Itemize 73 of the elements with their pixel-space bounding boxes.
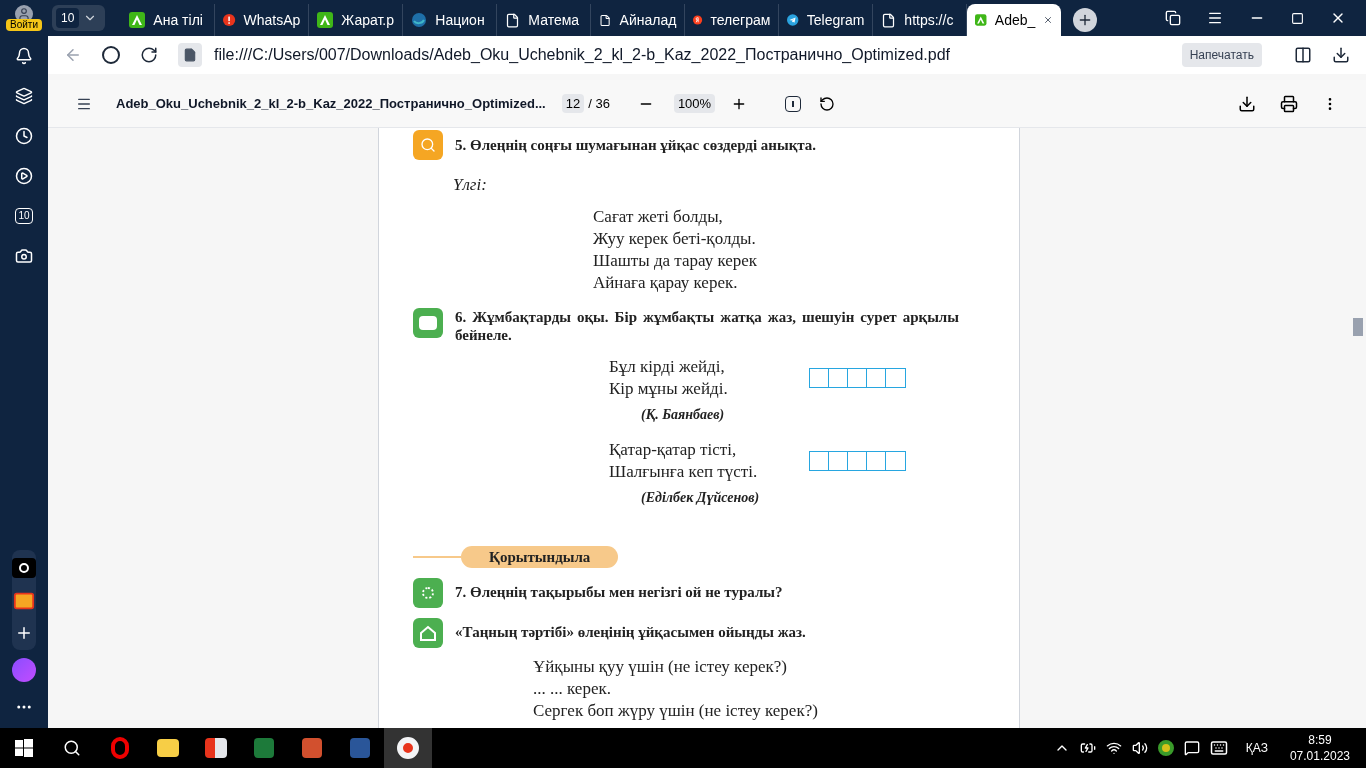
globe-icon (411, 12, 428, 28)
poem-line: Айнаға қарау керек. (593, 271, 739, 294)
scrollbar-thumb[interactable] (1353, 318, 1363, 336)
app-logo-icon (317, 12, 334, 28)
clock-time[interactable]: 8:59 (1308, 732, 1332, 748)
tab-counter-button[interactable]: 10 (52, 5, 106, 31)
file-icon (178, 43, 202, 67)
section-banner: Қорытындыла (461, 545, 619, 568)
zoom-level[interactable]: 100% (673, 93, 716, 114)
task-text: 6. Жұмбақтарды оқы. Бір жұмбақты жатқа жаз, шешуін сурет арқылы бейнеле. (455, 307, 959, 344)
app-logo-icon (129, 12, 146, 28)
plus-icon[interactable] (15, 624, 33, 642)
fit-page-icon[interactable] (785, 95, 802, 112)
camera-icon[interactable] (15, 247, 33, 265)
alert-icon (223, 12, 236, 28)
keyboard-icon[interactable] (1209, 739, 1228, 757)
print-button[interactable]: Напечатать (1181, 43, 1262, 67)
riddle-line: Бұл кірді жейді, (609, 355, 726, 378)
language-indicator[interactable]: ҚАЗ (1245, 739, 1268, 757)
app-logo-icon (975, 12, 987, 28)
battery-icon[interactable] (1079, 740, 1096, 756)
print-icon[interactable] (1280, 94, 1298, 113)
bell-icon[interactable] (15, 47, 33, 65)
yandex-logo-icon (693, 12, 703, 28)
message-icon[interactable] (1183, 740, 1200, 756)
windows-start-icon[interactable] (15, 739, 33, 757)
browser-tab[interactable]: Adeb_ (967, 4, 1062, 36)
collections-icon[interactable] (15, 87, 33, 105)
download-icon[interactable] (1332, 46, 1350, 64)
history-icon[interactable] (15, 127, 33, 145)
task-text: 5. Өлеңнің соңғы шумағынан ұйқас сөздерді анықта. (455, 135, 817, 155)
document-icon (505, 12, 521, 28)
speaker-icon[interactable] (1131, 740, 1148, 756)
rotate-icon[interactable] (819, 95, 836, 112)
sidebar-badge[interactable]: 10 (15, 208, 33, 224)
riddle-line: Шалғынға кеп түсті. (609, 460, 759, 483)
reload-icon[interactable] (140, 46, 158, 64)
new-tab-button[interactable] (1073, 8, 1098, 32)
answer-line: Сергек боп жүру үшін (не істеу керек?) (533, 699, 819, 722)
restore-icon[interactable] (1291, 11, 1304, 25)
poem-line: Шашты да тарау керек (593, 249, 759, 272)
task-text: «Таңның тәртібі» өлеңінің ұйқасымен ойыңды жаз. (455, 623, 806, 643)
collections-icon[interactable] (1165, 10, 1181, 26)
paper-plane-icon (787, 12, 799, 28)
toggle-icon[interactable] (12, 558, 36, 578)
reader-icon[interactable] (1294, 46, 1312, 64)
poem-line: Жуу керек беті-қолды. (593, 227, 757, 250)
download-icon[interactable] (1238, 94, 1256, 113)
assistant-icon[interactable] (12, 658, 36, 682)
riddle-author: (Еділбек Дүйсенов) (640, 488, 761, 507)
address-field[interactable]: file:///C:/Users/007/Downloads/Adeb_Oku_Uchebnik_2_kl_2-b_Kaz_2022_Постранично_Optimized.pdf (214, 43, 950, 67)
house-icon (413, 617, 443, 648)
poem-line: Сағат жеті болды, (593, 205, 724, 228)
ring-app-icon[interactable] (111, 737, 129, 759)
riddle-line: Қатар-қатар тісті, (609, 438, 738, 461)
answer-line: Ұйқыны қуу үшін (не істеу керек?) (533, 655, 788, 678)
answer-line: ... ... керек. (533, 677, 612, 700)
login-button[interactable]: Войти (6, 19, 42, 31)
play-icon[interactable] (15, 167, 33, 185)
riddle-author: (Қ. Баянбаев) (640, 405, 726, 424)
tab-count: 10 (56, 8, 80, 28)
wifi-icon[interactable] (1105, 740, 1122, 756)
sample-label: Үлгі: (452, 174, 488, 196)
document-title: Adeb_Oku_Uchebnik_2_kl_2-b_Kaz_2022_Постранично_Optimized... (116, 94, 546, 113)
document-icon (599, 12, 612, 28)
menu-icon[interactable] (1207, 10, 1223, 26)
search-icon[interactable] (63, 739, 81, 757)
task-text: 7. Өлеңнің тақырыбы мен негізгі ой не туралы? (455, 583, 783, 603)
clock-date[interactable]: 07.01.2023 (1289, 748, 1350, 764)
riddle-line: Кір мұны жейді. (609, 377, 729, 400)
page-number-field[interactable]: 12 (561, 93, 585, 114)
document-icon (881, 12, 897, 28)
page-total: / 36 (588, 94, 610, 113)
